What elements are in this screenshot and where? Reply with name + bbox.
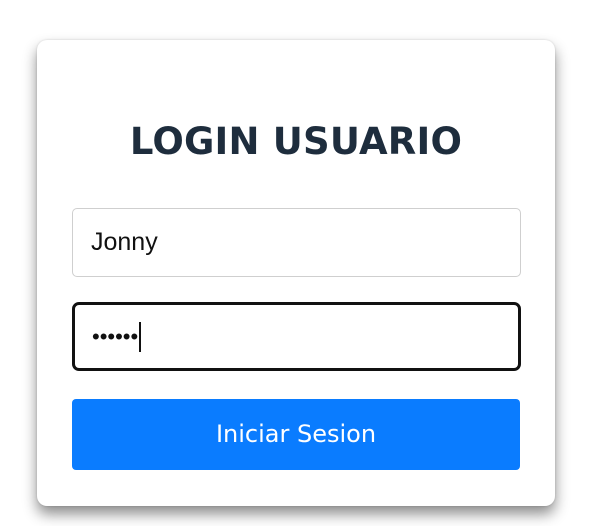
page-title: LOGIN USUARIO (129, 120, 463, 163)
username-value: Jonny (91, 228, 158, 256)
login-card: LOGIN USUARIO Jonny •••••• Iniciar Sesio… (37, 40, 555, 506)
username-input[interactable]: Jonny (72, 208, 521, 277)
password-input[interactable]: •••••• (72, 302, 521, 371)
password-value: •••••• (92, 323, 139, 349)
text-caret (139, 321, 141, 352)
login-button[interactable]: Iniciar Sesion (72, 399, 520, 470)
